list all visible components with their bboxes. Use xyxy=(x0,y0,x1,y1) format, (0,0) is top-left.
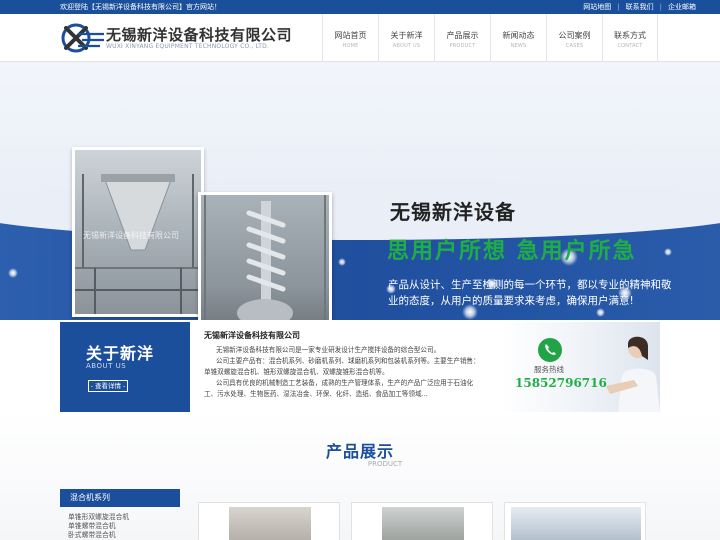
about-title-en: ABOUT US xyxy=(86,362,127,370)
about-title: 关于新洋 xyxy=(86,344,155,363)
welcome-text: 欢迎登陆【无锡新洋设备科技有限公司】官方网站！ xyxy=(60,3,221,11)
product-card[interactable] xyxy=(504,502,646,540)
nav-item-about[interactable]: 关于新洋 ABOUT US xyxy=(378,14,434,62)
about-paragraph: 公司具有优良的机械制造工艺装备，成熟的生产管理体系，生产的产品广泛应用于石油化工… xyxy=(204,379,474,398)
hotline-number[interactable]: 15852796716 xyxy=(515,376,607,390)
photo-watermark: 无锡新洋设备科技有限公司 xyxy=(83,231,179,240)
nav-label-en: CASES xyxy=(565,43,584,49)
email-link[interactable]: 企业邮箱 xyxy=(668,1,696,13)
product-image xyxy=(229,507,311,540)
top-bar: 欢迎登陆【无锡新洋设备科技有限公司】官方网站！ 网站地图 | 联系我们 | 企业… xyxy=(0,0,720,14)
hotline-panel: 服务热线 15852796716 xyxy=(500,322,660,412)
category-list: 单锥形双螺旋混合机 单锥螺带混合机 卧式螺带混合机 xyxy=(68,513,129,540)
nav-label: 关于新洋 xyxy=(390,31,423,40)
nav-label-en: NEWS xyxy=(510,43,527,49)
nav-label: 公司案例 xyxy=(558,31,591,40)
about-section: 关于新洋 ABOUT US - 查看详情 - 无锡新洋设备科技有限公司 无锡新洋… xyxy=(60,322,660,412)
nav-label: 新闻动态 xyxy=(502,31,535,40)
nav-label-en: CONTACT xyxy=(617,43,643,49)
banner-description: 产品从设计、生产至检测的每一个环节，都以专业的精神和敬业的态度，从用户的质量要求… xyxy=(388,279,672,307)
main-nav: 网站首页 HOME 关于新洋 ABOUT US 产品展示 PRODUCT 新闻动… xyxy=(322,14,658,62)
sparkle-icon xyxy=(596,308,605,317)
products-title-en: PRODUCT xyxy=(367,460,403,468)
hotline-label: 服务热线 xyxy=(534,365,564,374)
contact-link[interactable]: 联系我们 xyxy=(626,1,654,13)
nav-item-home[interactable]: 网站首页 HOME xyxy=(322,14,378,62)
separator: | xyxy=(617,3,620,11)
nav-label-en: PRODUCT xyxy=(449,43,476,49)
about-heading: 无锡新洋设备科技有限公司 xyxy=(204,331,300,340)
separator: | xyxy=(659,3,662,11)
product-photo: 无锡新洋设备科技有限公司 xyxy=(72,147,204,317)
product-card[interactable] xyxy=(351,502,493,540)
sparkle-icon xyxy=(8,268,18,278)
sparkle-icon xyxy=(338,258,346,266)
nav-item-news[interactable]: 新闻动态 NEWS xyxy=(490,14,546,62)
nav-item-contact[interactable]: 联系方式 CONTACT xyxy=(602,14,658,62)
category-item[interactable]: 单锥螺带混合机 xyxy=(68,522,129,531)
about-paragraph: 公司主要产品有：混合机系列、砂磨机系列、球磨机系列和包装机系列等。主要生产销售：… xyxy=(204,357,480,376)
company-name[interactable]: 无锡新洋设备科技有限公司 xyxy=(106,24,292,45)
product-image xyxy=(382,507,464,540)
nav-label: 产品展示 xyxy=(446,31,479,40)
nav-label: 联系方式 xyxy=(614,31,646,40)
products-title: 产品展示 xyxy=(325,442,394,461)
banner-title: 无锡新洋设备 xyxy=(390,200,516,224)
hero-banner: 无锡新洋设备科技有限公司 无锡新洋设备 思用户所想 急用户所急 产品从设计、生产… xyxy=(0,62,720,320)
customer-service-icon xyxy=(606,336,660,412)
category-item[interactable]: 卧式螺带混合机 xyxy=(68,531,129,540)
nav-item-cases[interactable]: 公司案例 CASES xyxy=(546,14,602,62)
banner-slogan: 思用户所想 急用户所急 xyxy=(387,239,637,264)
product-card[interactable] xyxy=(198,502,340,540)
about-more-button[interactable]: - 查看详情 - xyxy=(88,380,128,392)
about-paragraph: 无锡新洋设备科技有限公司是一家专业研发设计生产搅拌设备的综合型公司。 xyxy=(216,346,441,354)
sitemap-link[interactable]: 网站地图 xyxy=(583,1,611,13)
about-body: 无锡新洋设备科技有限公司 无锡新洋设备科技有限公司是一家专业研发设计生产搅拌设备… xyxy=(204,330,484,400)
nav-label: 网站首页 xyxy=(334,31,367,40)
nav-label-en: ABOUT US xyxy=(392,43,421,49)
products-section: 产品展示 PRODUCT 混合机系列 单锥形双螺旋混合机 单锥螺带混合机 卧式螺… xyxy=(0,412,720,540)
sparkle-icon xyxy=(664,248,672,256)
site-header: 无锡新洋设备科技有限公司 WUXI XINYANG EQUIPMENT TECH… xyxy=(0,14,720,62)
company-logo-icon[interactable] xyxy=(60,22,106,54)
phone-icon xyxy=(538,338,562,362)
company-name-en: WUXI XINYANG EQUIPMENT TECHNOLOGY CO., L… xyxy=(106,43,269,50)
product-photo xyxy=(198,192,332,320)
category-mixer-series[interactable]: 混合机系列 xyxy=(60,489,180,507)
category-item[interactable]: 单锥形双螺旋混合机 xyxy=(68,513,129,522)
nav-item-product[interactable]: 产品展示 PRODUCT xyxy=(434,14,490,62)
about-panel: 关于新洋 ABOUT US - 查看详情 - xyxy=(60,322,190,412)
nav-label-en: HOME xyxy=(342,43,359,49)
screw-mixer-icon xyxy=(204,195,326,320)
product-image xyxy=(511,507,641,540)
top-links: 网站地图 | 联系我们 | 企业邮箱 xyxy=(583,1,696,13)
